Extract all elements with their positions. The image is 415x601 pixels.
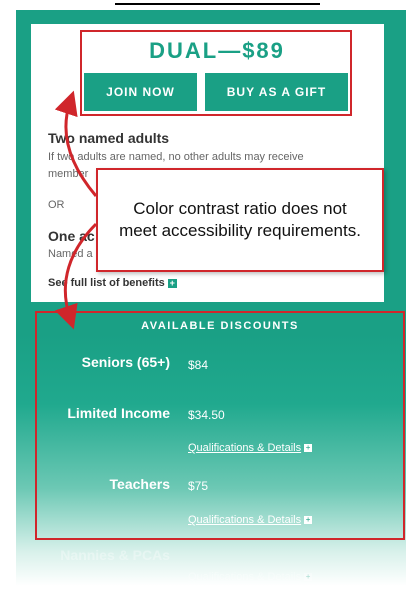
discount-label-limited-income: Limited Income (67, 405, 170, 421)
join-now-button[interactable]: JOIN NOW (84, 73, 197, 111)
screenshot-frame: DUAL—$89 JOIN NOW BUY AS A GIFT Two name… (0, 0, 415, 601)
discount-label-teachers: Teachers (109, 476, 170, 492)
plus-icon: + (304, 515, 313, 525)
details-link-text: Qualifications & Details (188, 571, 302, 583)
limited-income-details-link[interactable]: Qualifications & Details + (188, 442, 313, 454)
discount-label-seniors: Seniors (65+) (81, 354, 170, 370)
callout-text: Color contrast ratio does not meet acces… (119, 199, 361, 240)
plan-title: DUAL—$89 (149, 38, 285, 63)
discounts-title: AVAILABLE DISCOUNTS (141, 320, 299, 332)
plus-icon: + (304, 572, 313, 582)
benefits-link-text: See full list of benefits (48, 277, 165, 289)
plus-icon: + (304, 443, 313, 453)
teachers-details-link[interactable]: Qualifications & Details + (188, 514, 313, 526)
discounts-annotation-box (35, 311, 405, 540)
discount-value-seniors: $84 (188, 358, 209, 372)
or-separator: OR (48, 199, 65, 211)
one-adult-heading: One ac (48, 228, 95, 244)
two-adults-heading: Two named adults (48, 130, 170, 146)
discount-label-nannies: Nannies & PCAs (60, 547, 170, 563)
discount-value-teachers: $75 (188, 479, 209, 493)
details-link-text: Qualifications & Details (188, 442, 302, 454)
details-link-text: Qualifications & Details (188, 514, 302, 526)
one-adult-desc: Named a (48, 248, 93, 260)
nannies-details-link[interactable]: Qualifications & Details + (188, 571, 313, 583)
two-adults-desc-line1: If two adults are named, no other adults… (48, 151, 304, 163)
two-adults-desc-line2: member (48, 168, 89, 180)
contrast-callout: Color contrast ratio does not meet acces… (96, 168, 384, 272)
full-benefits-link[interactable]: See full list of benefits + (48, 277, 177, 289)
discount-value-limited-income: $34.50 (188, 408, 225, 422)
plus-icon: + (167, 277, 177, 288)
buy-as-gift-button[interactable]: BUY AS A GIFT (205, 73, 348, 111)
top-divider (115, 3, 320, 5)
